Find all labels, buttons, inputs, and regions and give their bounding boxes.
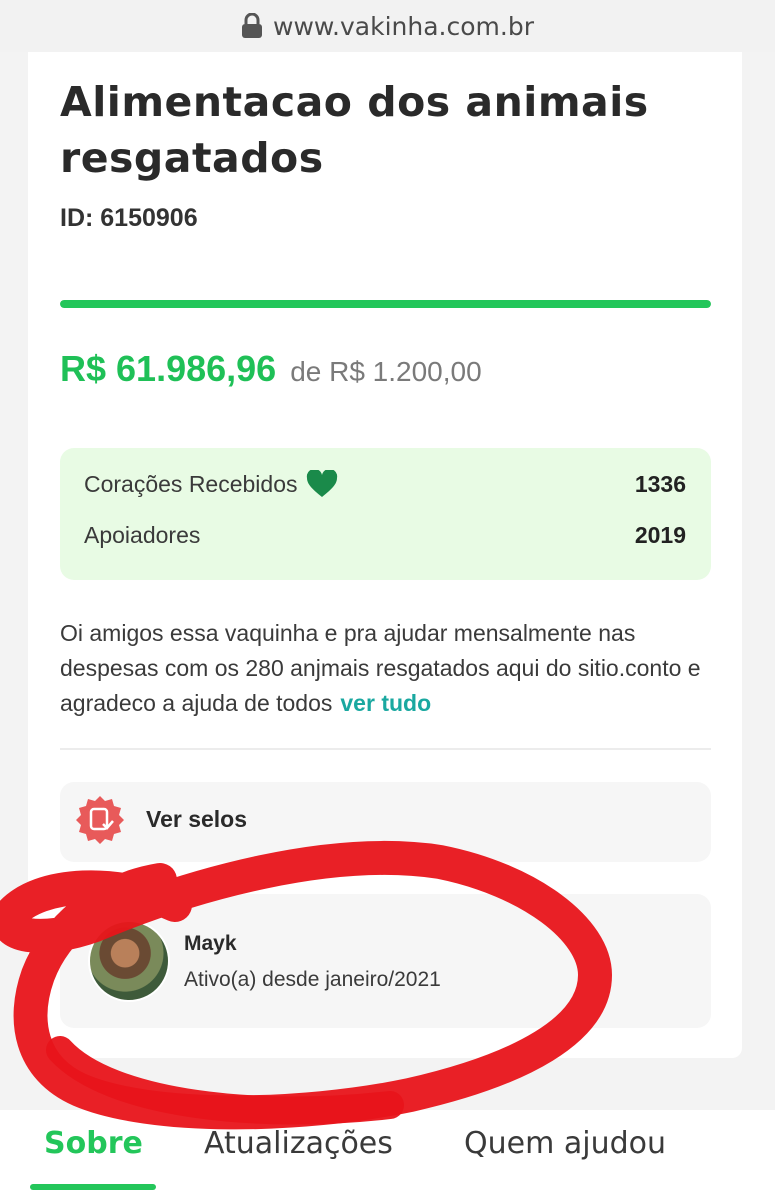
seals-label: Ver selos bbox=[146, 806, 248, 832]
avatar bbox=[88, 920, 170, 1002]
tab-atualizacoes[interactable]: Atualizações bbox=[204, 1126, 393, 1161]
seal-badge-icon bbox=[76, 796, 124, 844]
heart-icon bbox=[306, 470, 337, 497]
campaign-description: Oi amigos essa vaquinha e pra ajudar men… bbox=[60, 616, 712, 721]
progress-bar bbox=[60, 300, 711, 308]
url-text: www.vakinha.com.br bbox=[273, 11, 534, 41]
campaign-id: ID: 6150906 bbox=[60, 204, 198, 232]
divider bbox=[60, 748, 711, 750]
stat-supporters-label: Apoiadores bbox=[84, 522, 201, 548]
stat-hearts-label-wrap: Corações Recebidos bbox=[84, 470, 338, 498]
campaign-card: Alimentacao dos animais resgatados ID: 6… bbox=[28, 52, 742, 1058]
stat-supporters-row: Apoiadores 2019 bbox=[84, 522, 686, 549]
stat-supporters-value: 2019 bbox=[634, 522, 686, 548]
stat-hearts-value: 1336 bbox=[634, 470, 686, 497]
active-tab-indicator bbox=[30, 1184, 156, 1190]
progress-fill bbox=[60, 300, 711, 308]
lock-icon bbox=[242, 13, 262, 38]
stats-box: Corações Recebidos 1336 Apoiadores 2019 bbox=[60, 448, 711, 580]
creator-name: Mayk bbox=[184, 932, 237, 955]
campaign-title: Alimentacao dos animais resgatados bbox=[60, 78, 649, 182]
seals-button[interactable]: Ver selos bbox=[60, 782, 711, 862]
amounts: R$ 61.986,96 de R$ 1.200,00 bbox=[60, 348, 482, 390]
stat-hearts-row: Corações Recebidos 1336 bbox=[84, 470, 686, 498]
tab-quem-ajudou[interactable]: Quem ajudou bbox=[464, 1126, 666, 1161]
browser-url-bar[interactable]: www.vakinha.com.br bbox=[0, 0, 775, 52]
creator-since: Ativo(a) desde janeiro/2021 bbox=[184, 968, 441, 991]
tab-bar: Sobre Atualizações Quem ajudou bbox=[0, 1110, 775, 1194]
creator-card[interactable]: Mayk Ativo(a) desde janeiro/2021 bbox=[60, 894, 711, 1028]
tab-sobre[interactable]: Sobre bbox=[44, 1126, 143, 1161]
stat-hearts-label: Corações Recebidos bbox=[84, 470, 298, 497]
goal-amount: de R$ 1.200,00 bbox=[290, 356, 482, 387]
see-all-link[interactable]: ver tudo bbox=[340, 690, 431, 716]
raised-amount: R$ 61.986,96 bbox=[60, 348, 277, 389]
